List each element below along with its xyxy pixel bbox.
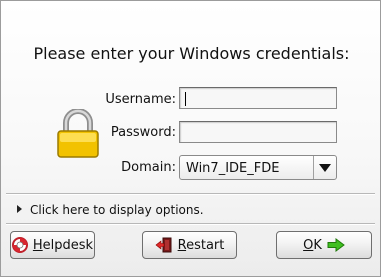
display-options-label: Click here to display options. [30,203,204,217]
expand-triangle-icon [17,205,22,213]
domain-label: Domain: [121,160,176,175]
ok-label: OK [303,237,322,253]
page-title: Please enter your Windows credentials: [33,44,350,63]
text-cursor [185,92,186,106]
restart-button[interactable]: Restart [142,231,237,259]
password-label: Password: [110,125,176,140]
helpdesk-button[interactable]: Helpdesk [10,231,95,259]
login-dialog: Please enter your Windows credentials: U… [0,0,381,277]
domain-select[interactable]: Win7_IDE_FDE [179,155,337,180]
username-label: Username: [105,92,176,107]
ok-button[interactable]: OK [276,231,372,259]
lifebuoy-icon [11,237,28,253]
domain-selected-value: Win7_IDE_FDE [186,161,280,176]
display-options-link[interactable]: Click here to display options. [17,203,204,217]
restart-label: Restart [177,237,225,253]
arrow-right-icon [327,238,345,252]
chevron-down-icon [319,163,331,172]
username-field[interactable] [179,87,337,109]
divider [6,223,375,225]
password-field[interactable] [179,121,337,143]
restart-icon [155,237,173,253]
dropdown-button[interactable] [313,156,336,179]
divider [6,193,375,195]
helpdesk-label: Helpdesk [32,237,94,253]
